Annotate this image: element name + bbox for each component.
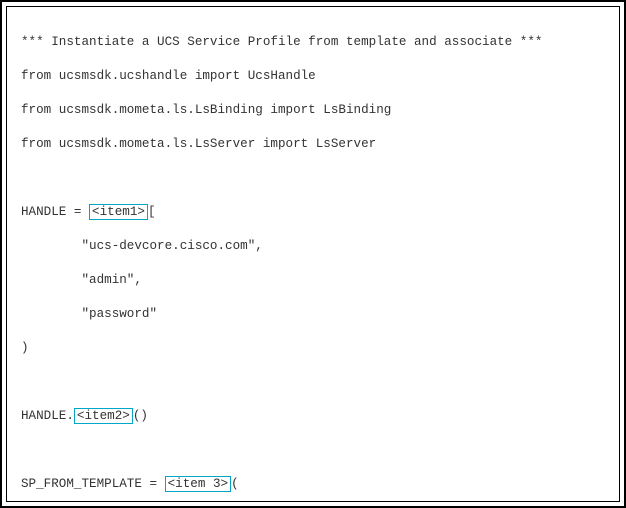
import-line: from ucsmsdk.mometa.ls.LsServer import L… — [21, 136, 605, 153]
code-line: HANDLE = <item1>[ — [21, 204, 605, 221]
text: () — [133, 409, 148, 423]
import-line: from ucsmsdk.mometa.ls.LsBinding import … — [21, 102, 605, 119]
item2-box: <item2> — [74, 408, 133, 424]
code-block: *** Instantiate a UCS Service Profile fr… — [6, 6, 620, 502]
text: SP_FROM_TEMPLATE = — [21, 477, 165, 491]
document-frame: *** Instantiate a UCS Service Profile fr… — [0, 0, 626, 508]
blank-line — [21, 442, 605, 459]
blank-line — [21, 170, 605, 187]
import-line: from ucsmsdk.ucshandle import UcsHandle — [21, 68, 605, 85]
item3-box: <item 3> — [165, 476, 231, 492]
code-line: ) — [21, 340, 605, 357]
code-line: SP_FROM_TEMPLATE = <item 3>( — [21, 476, 605, 493]
code-line: "password" — [21, 306, 605, 323]
code-line: HANDLE.<item2>() — [21, 408, 605, 425]
text: HANDLE = — [21, 205, 89, 219]
code-line: "admin", — [21, 272, 605, 289]
blank-line — [21, 374, 605, 391]
text: ( — [231, 477, 239, 491]
code-line: "ucs-devcore.cisco.com", — [21, 238, 605, 255]
code-comment: *** Instantiate a UCS Service Profile fr… — [21, 34, 605, 51]
item1-box: <item1> — [89, 204, 148, 220]
text: [ — [148, 205, 156, 219]
text: HANDLE. — [21, 409, 74, 423]
